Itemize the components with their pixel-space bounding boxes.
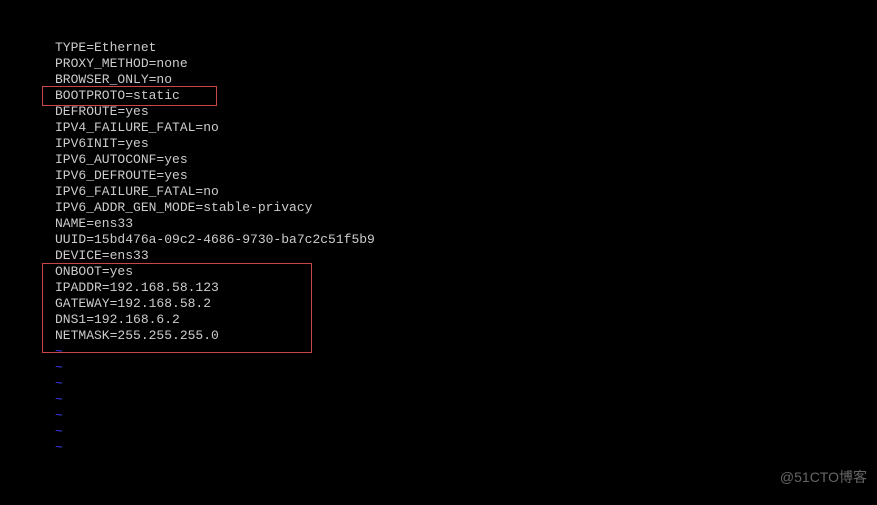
terminal-editor[interactable]: TYPE=Ethernet PROXY_METHOD=none BROWSER_…	[0, 0, 877, 456]
config-line: IPV6_ADDR_GEN_MODE=stable-privacy	[55, 200, 877, 216]
vi-empty-line: ~	[55, 360, 877, 376]
config-line: NAME=ens33	[55, 216, 877, 232]
config-line: IPV4_FAILURE_FATAL=no	[55, 120, 877, 136]
vi-empty-line: ~	[55, 376, 877, 392]
config-line: IPV6_AUTOCONF=yes	[55, 152, 877, 168]
config-line: IPV6INIT=yes	[55, 136, 877, 152]
vi-empty-line: ~	[55, 408, 877, 424]
config-line: PROXY_METHOD=none	[55, 56, 877, 72]
vi-empty-line: ~	[55, 392, 877, 408]
config-line: DEVICE=ens33	[55, 248, 877, 264]
config-line: DEFROUTE=yes	[55, 104, 877, 120]
config-line: TYPE=Ethernet	[55, 40, 877, 56]
vi-empty-line: ~	[55, 344, 877, 360]
config-line: IPV6_FAILURE_FATAL=no	[55, 184, 877, 200]
config-line: UUID=15bd476a-09c2-4686-9730-ba7c2c51f5b…	[55, 232, 877, 248]
config-line: DNS1=192.168.6.2	[55, 312, 877, 328]
vi-empty-line: ~	[55, 424, 877, 440]
config-line: ONBOOT=yes	[55, 264, 877, 280]
config-line: NETMASK=255.255.255.0	[55, 328, 877, 344]
config-line: IPADDR=192.168.58.123	[55, 280, 877, 296]
config-line: BOOTPROTO=static	[55, 88, 877, 104]
config-line: IPV6_DEFROUTE=yes	[55, 168, 877, 184]
watermark-text: @51CTO博客	[780, 467, 867, 487]
config-line: GATEWAY=192.168.58.2	[55, 296, 877, 312]
config-line: BROWSER_ONLY=no	[55, 72, 877, 88]
vi-empty-line: ~	[55, 440, 877, 456]
